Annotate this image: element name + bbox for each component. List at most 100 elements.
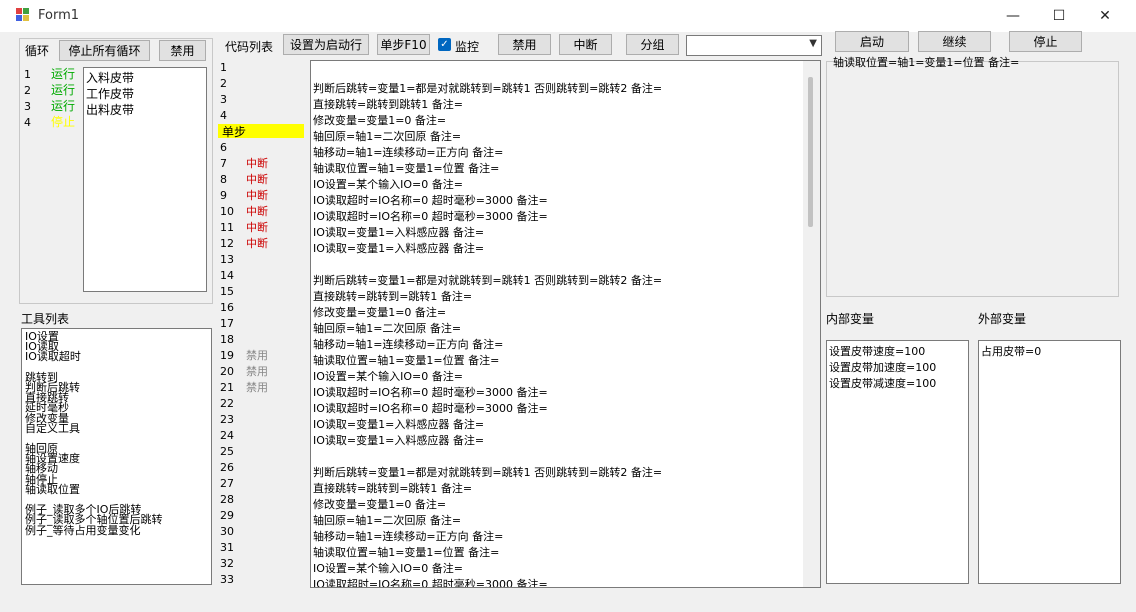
continue-button[interactable]: 继续 — [918, 31, 991, 52]
line-number: 33 — [220, 573, 234, 586]
code-line: IO读取=变量1=入料感应器 备注= — [313, 226, 485, 239]
internal-var-item: 设置皮带减速度=100 — [829, 377, 937, 390]
line-number: 16 — [220, 301, 234, 314]
loop-number: 1 — [24, 68, 31, 81]
loop-label: 循环 — [25, 44, 50, 58]
line-marker: 禁用 — [246, 349, 268, 362]
internal-vars-label: 内部变量 — [826, 312, 875, 326]
minimize-icon: — — [1006, 8, 1020, 24]
line-marker — [246, 252, 268, 268]
line-number: 14 — [220, 269, 234, 282]
app-icon — [16, 8, 30, 22]
line-marker — [246, 396, 268, 412]
stop-all-loops-button[interactable]: 停止所有循环 — [59, 40, 150, 61]
line-marker — [246, 476, 268, 492]
tool-listbox[interactable]: IO设置 IO读取 IO读取超时 跳转到 判断后跳转 直接跳转 延时毫秒 修改变量 自定义工具轴… — [21, 328, 212, 585]
code-line: 直接跳转=跳转到=跳转1 备注= — [313, 482, 473, 495]
code-listbox[interactable]: 判断后跳转=变量1=都是对就跳转到=跳转1 否则跳转到=跳转2 备注= 直接跳转=… — [310, 60, 821, 588]
line-number: 3 — [220, 93, 227, 106]
step-f10-button[interactable]: 单步F10 — [377, 34, 430, 55]
loop-status: 运行 — [51, 99, 76, 113]
line-number: 30 — [220, 525, 234, 538]
loop-list-item: 工作皮带 — [86, 87, 135, 101]
checkmark-icon: ✓ — [440, 39, 449, 50]
title-bar: Form1 — ☐ ✕ — [0, 0, 1136, 32]
code-line: 修改变量=变量1=0 备注= — [313, 306, 447, 319]
group-dropdown[interactable]: ▼ — [686, 35, 822, 56]
code-line: IO读取=变量1=入料感应器 备注= — [313, 242, 485, 255]
line-marker — [246, 428, 268, 444]
group-button[interactable]: 分组 — [626, 34, 679, 55]
line-number: 13 — [220, 253, 234, 266]
code-line: 轴回原=轴1=二次回原 备注= — [313, 514, 462, 527]
code-line: IO读取超时=IO名称=0 超时毫秒=3000 备注= — [313, 386, 548, 399]
line-marker — [246, 540, 268, 556]
maximize-button[interactable]: ☐ — [1036, 0, 1082, 32]
external-vars-listbox[interactable]: 占用皮带=0 — [978, 340, 1121, 584]
line-number: 18 — [220, 333, 234, 346]
line-marker — [246, 444, 268, 460]
code-line: 修改变量=变量1=0 备注= — [313, 498, 447, 511]
detail-panel — [826, 61, 1119, 297]
code-line: IO设置=某个输入IO=0 备注= — [313, 370, 463, 383]
line-marker-list: 中断 中断 中断 中断 中断 中断 禁用 禁用 禁用 — [246, 60, 268, 588]
code-list-label: 代码列表 — [225, 40, 274, 54]
start-button[interactable]: 启动 — [835, 31, 909, 52]
line-marker — [246, 300, 268, 316]
line-number: 24 — [220, 429, 234, 442]
line-marker — [246, 92, 268, 108]
line-number: 6 — [220, 141, 227, 154]
code-line: 轴回原=轴1=二次回原 备注= — [313, 322, 462, 335]
line-number: 27 — [220, 477, 234, 490]
code-line: IO读取超时=IO名称=0 超时毫秒=3000 备注= — [313, 194, 548, 207]
internal-var-item: 设置皮带加速度=100 — [829, 361, 937, 374]
code-line: IO读取=变量1=入料感应器 备注= — [313, 434, 485, 447]
line-number: 7 — [220, 157, 227, 170]
code-scrollbar-thumb[interactable] — [808, 77, 813, 227]
line-number: 8 — [220, 173, 227, 186]
line-marker — [246, 108, 268, 124]
line-number: 25 — [220, 445, 234, 458]
code-line: 轴移动=轴1=连续移动=正方向 备注= — [313, 146, 504, 159]
interrupt-button[interactable]: 中断 — [559, 34, 612, 55]
line-marker — [246, 556, 268, 572]
loop-status: 运行 — [51, 83, 76, 97]
external-var-item: 占用皮带=0 — [981, 345, 1042, 358]
loop-status: 停止 — [51, 115, 76, 129]
stop-button[interactable]: 停止 — [1009, 31, 1082, 52]
line-number: 19 — [220, 349, 234, 362]
code-line: IO读取超时=IO名称=0 超时毫秒=3000 备注= — [313, 578, 548, 588]
external-vars-label: 外部变量 — [978, 312, 1027, 326]
line-marker: 中断 — [246, 189, 268, 202]
code-line: IO读取超时=IO名称=0 超时毫秒=3000 备注= — [313, 402, 548, 415]
loop-number: 3 — [24, 100, 31, 113]
internal-vars-listbox[interactable]: 设置皮带速度=100 设置皮带加速度=100 设置皮带减速度=100 — [826, 340, 969, 584]
close-icon: ✕ — [1099, 8, 1111, 24]
line-marker — [246, 492, 268, 508]
line-marker — [246, 124, 268, 140]
line-number: 32 — [220, 557, 234, 570]
maximize-icon: ☐ — [1052, 8, 1066, 24]
line-number: 21 — [220, 381, 234, 394]
line-number: 15 — [220, 285, 234, 298]
loop-listbox[interactable]: 入料皮带 工作皮带 出料皮带 — [83, 67, 207, 292]
code-line: IO设置=某个输入IO=0 备注= — [313, 178, 463, 191]
line-number: 20 — [220, 365, 234, 378]
loop-disable-button[interactable]: 禁用 — [159, 40, 206, 61]
detail-text: 轴读取位置=轴1=变量1=位置 备注= — [833, 56, 1020, 69]
close-button[interactable]: ✕ — [1082, 0, 1128, 32]
code-line: IO读取=变量1=入料感应器 备注= — [313, 418, 485, 431]
minimize-button[interactable]: — — [990, 0, 1036, 32]
monitor-checkbox[interactable]: ✓ — [438, 38, 451, 51]
line-marker — [246, 572, 268, 588]
line-number: 10 — [220, 205, 234, 218]
loop-number: 4 — [24, 116, 31, 129]
line-number: 22 — [220, 397, 234, 410]
step-label: 单步 — [222, 125, 247, 139]
line-number: 1 — [220, 61, 227, 74]
set-start-line-button[interactable]: 设置为启动行 — [283, 34, 369, 55]
code-scrollbar[interactable] — [803, 61, 820, 587]
code-disable-button[interactable]: 禁用 — [498, 34, 551, 55]
